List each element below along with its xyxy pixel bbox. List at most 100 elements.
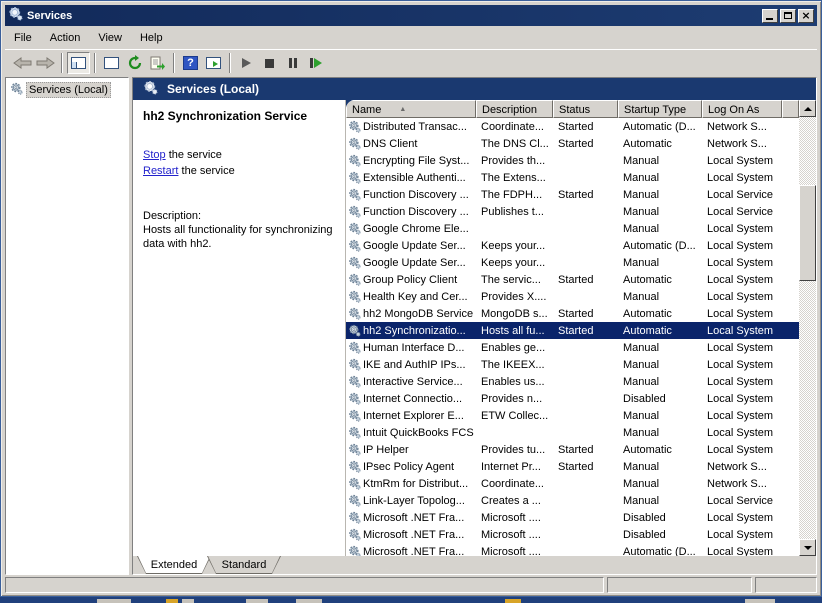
column-header-log-on-as[interactable]: Log On As xyxy=(702,100,782,118)
service-cell: Manual xyxy=(618,291,702,303)
toolbar-separator xyxy=(94,53,96,73)
service-gear-icon xyxy=(348,545,361,556)
service-gear-icon xyxy=(348,154,361,167)
menu-help[interactable]: Help xyxy=(131,30,172,46)
service-row[interactable]: IPsec Policy AgentInternet Pr...StartedM… xyxy=(346,458,799,475)
service-row[interactable]: Extensible Authenti...The Extens...Manua… xyxy=(346,169,799,186)
services-window: Services × File Action View Help xyxy=(0,0,822,597)
service-cell: Provides th... xyxy=(476,155,553,167)
service-row[interactable]: Internet Explorer E...ETW Collec...Manua… xyxy=(346,407,799,424)
service-row[interactable]: Group Policy ClientThe servic...StartedA… xyxy=(346,271,799,288)
service-row[interactable]: Microsoft .NET Fra...Microsoft ....Disab… xyxy=(346,509,799,526)
service-row[interactable]: KtmRm for Distribut...Coordinate...Manua… xyxy=(346,475,799,492)
service-row[interactable]: IP HelperProvides tu...StartedAutomaticL… xyxy=(346,441,799,458)
service-row[interactable]: Google Chrome Ele...ManualLocal System xyxy=(346,220,799,237)
service-cell: Manual xyxy=(618,342,702,354)
description-label: Description: xyxy=(143,209,339,223)
service-row[interactable]: Microsoft .NET Fra...Microsoft ....Autom… xyxy=(346,543,799,556)
service-row[interactable]: Microsoft .NET Fra...Microsoft ....Disab… xyxy=(346,526,799,543)
vertical-scrollbar[interactable] xyxy=(799,100,816,556)
list-header: Name▲ Description Status Startup Type Lo… xyxy=(346,100,799,118)
tree-item-services-local[interactable]: Services (Local) xyxy=(8,82,126,98)
view-tabs: Extended Standard xyxy=(133,556,816,574)
menu-action[interactable]: Action xyxy=(41,30,90,46)
status-section xyxy=(607,577,752,593)
service-row[interactable]: Google Update Ser...Keeps your...Automat… xyxy=(346,237,799,254)
service-row[interactable]: Function Discovery ...The FDPH...Started… xyxy=(346,186,799,203)
service-gear-icon xyxy=(348,392,361,405)
extended-view-icon[interactable] xyxy=(202,52,225,74)
service-row[interactable]: Encrypting File Syst...Provides th...Man… xyxy=(346,152,799,169)
service-row[interactable]: Google Update Ser...Keeps your...ManualL… xyxy=(346,254,799,271)
service-row[interactable]: Health Key and Cer...Provides X.... Manua… xyxy=(346,288,799,305)
service-row[interactable]: Human Interface D...Enables ge...ManualL… xyxy=(346,339,799,356)
menu-view[interactable]: View xyxy=(89,30,131,46)
service-row[interactable]: Distributed Transac...Coordinate...Start… xyxy=(346,118,799,135)
service-cell: hh2 Synchronizatio... xyxy=(346,324,476,337)
minimize-button[interactable] xyxy=(762,9,778,23)
pause-service-icon[interactable] xyxy=(281,52,304,74)
service-cell: Manual xyxy=(618,376,702,388)
restart-service-link[interactable]: Restart xyxy=(143,165,178,177)
scroll-down-icon[interactable] xyxy=(799,539,816,556)
service-cell: Local System xyxy=(702,427,782,439)
tab-standard[interactable]: Standard xyxy=(207,556,281,574)
service-cell: Started xyxy=(553,461,618,473)
stop-service-icon[interactable] xyxy=(258,52,281,74)
service-row[interactable]: Interactive Service...Enables us...Manua… xyxy=(346,373,799,390)
service-cell: Intuit QuickBooks FCS xyxy=(346,426,476,439)
service-cell: Local System xyxy=(702,240,782,252)
service-cell: Network S... xyxy=(702,461,782,473)
maximize-button[interactable] xyxy=(780,9,796,23)
service-cell: The DNS Cl... xyxy=(476,138,553,150)
scrollbar-thumb[interactable] xyxy=(799,185,816,281)
column-header-name[interactable]: Name▲ xyxy=(346,100,476,118)
title-bar[interactable]: Services × xyxy=(5,5,817,26)
service-cell: Health Key and Cer... xyxy=(346,290,476,303)
stop-service-link[interactable]: Stop xyxy=(143,149,166,161)
back-icon[interactable] xyxy=(11,52,34,74)
service-row[interactable]: Function Discovery ...Publishes t...Manu… xyxy=(346,203,799,220)
restart-service-icon[interactable] xyxy=(304,52,327,74)
service-gear-icon xyxy=(348,137,361,150)
service-gear-icon xyxy=(348,426,361,439)
service-cell: Local System xyxy=(702,291,782,303)
tab-extended[interactable]: Extended xyxy=(137,556,211,574)
service-cell: Local System xyxy=(702,172,782,184)
column-header-description[interactable]: Description xyxy=(476,100,553,118)
properties-icon[interactable] xyxy=(100,52,123,74)
close-button[interactable]: × xyxy=(798,9,814,23)
column-header-status[interactable]: Status xyxy=(553,100,618,118)
help-icon[interactable]: ? xyxy=(179,52,202,74)
service-gear-icon xyxy=(348,256,361,269)
service-cell: Provides X.... xyxy=(476,291,553,303)
service-cell: Function Discovery ... xyxy=(346,205,476,218)
toolbar: ? xyxy=(5,49,817,76)
service-row[interactable]: IKE and AuthIP IPs...The IKEEX...ManualL… xyxy=(346,356,799,373)
refresh-icon[interactable] xyxy=(123,52,146,74)
service-cell: Manual xyxy=(618,495,702,507)
export-list-icon[interactable] xyxy=(146,52,169,74)
service-cell: Automatic (D... xyxy=(618,240,702,252)
forward-icon[interactable] xyxy=(34,52,57,74)
status-section xyxy=(5,577,604,593)
service-gear-icon xyxy=(348,222,361,235)
service-cell: The servic... xyxy=(476,274,553,286)
service-row[interactable]: DNS ClientThe DNS Cl...StartedAutomaticN… xyxy=(346,135,799,152)
show-console-tree-icon[interactable] xyxy=(67,52,90,74)
service-row[interactable]: hh2 Synchronizatio...Hosts all fu...Star… xyxy=(346,322,799,339)
menu-file[interactable]: File xyxy=(5,30,41,46)
services-list-wrap: Name▲ Description Status Startup Type Lo… xyxy=(345,100,816,556)
column-header-startup-type[interactable]: Startup Type xyxy=(618,100,702,118)
service-gear-icon xyxy=(348,171,361,184)
service-cell: Manual xyxy=(618,359,702,371)
scroll-up-icon[interactable] xyxy=(799,100,816,117)
service-row[interactable]: Intuit QuickBooks FCSManualLocal System xyxy=(346,424,799,441)
service-row[interactable]: Link-Layer Topolog...Creates a ...Manual… xyxy=(346,492,799,509)
service-row[interactable]: Internet Connectio...Provides n...Disabl… xyxy=(346,390,799,407)
start-service-icon[interactable] xyxy=(235,52,258,74)
service-row[interactable]: hh2 MongoDB ServiceMongoDB s...StartedAu… xyxy=(346,305,799,322)
service-cell: Manual xyxy=(618,461,702,473)
service-cell: Keeps your... xyxy=(476,240,553,252)
service-cell: Automatic xyxy=(618,325,702,337)
